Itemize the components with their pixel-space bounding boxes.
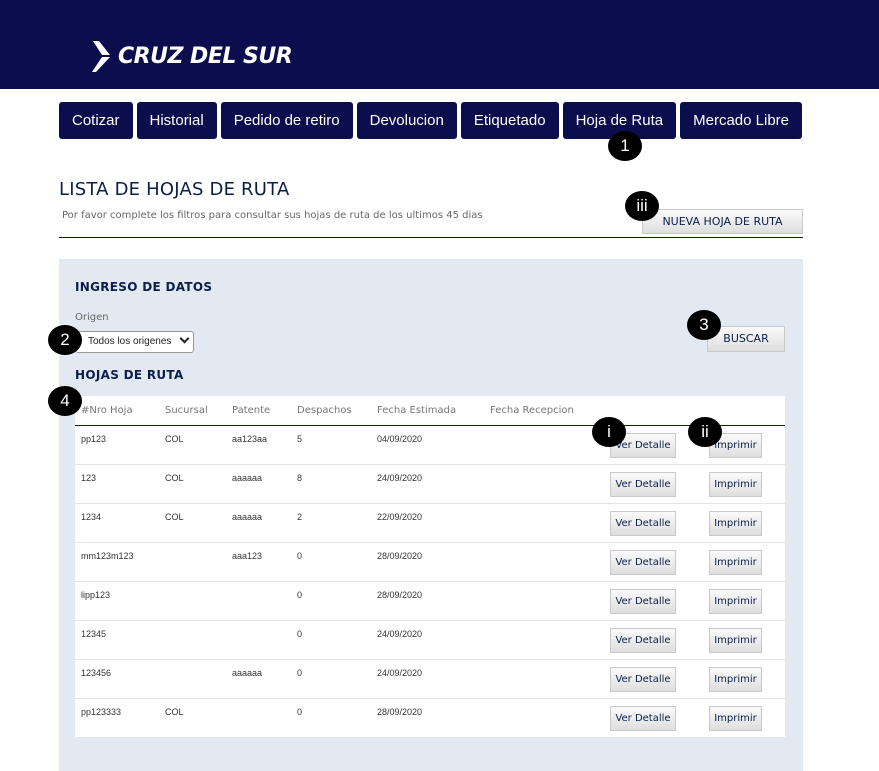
data-entry-title: INGRESO DE DATOS: [75, 280, 213, 294]
cell-despachos: 2: [297, 512, 303, 522]
annotation-badge-2: 2: [48, 325, 82, 355]
column-header-patente: Patente: [232, 405, 271, 416]
column-header-nro: #Nro Hoja: [81, 405, 133, 416]
view-detail-button[interactable]: Ver Detalle: [610, 667, 676, 692]
cell-nro: 123456: [81, 668, 112, 678]
print-button[interactable]: Imprimir: [709, 472, 762, 497]
cell-sucursal: COL: [165, 434, 184, 444]
cell-nro: mm123m123: [81, 551, 134, 561]
cell-despachos: 0: [297, 551, 303, 561]
nav-historial[interactable]: Historial: [136, 102, 217, 139]
annotation-badge-iii: iii: [625, 191, 659, 221]
cell-sucursal: COL: [165, 473, 184, 483]
page-subtitle: Por favor complete los filtros para cons…: [62, 210, 483, 221]
origen-selected-value: Todos los origenes: [88, 336, 172, 347]
cell-patente: aaa123: [232, 551, 263, 561]
view-detail-button[interactable]: Ver Detalle: [610, 628, 676, 653]
cell-patente: aaaaaa: [232, 512, 263, 522]
site-header: CRUZ DEL SUR: [0, 0, 879, 89]
chevron-down-icon: [179, 333, 190, 344]
print-button[interactable]: Imprimir: [709, 511, 762, 536]
column-header-despachos: Despachos: [297, 405, 352, 416]
annotation-badge-1: 1: [608, 131, 642, 161]
cell-patente: aaaaaa: [232, 668, 263, 678]
cell-fecha-estimada: 24/09/2020: [377, 473, 423, 483]
cell-sucursal: COL: [165, 707, 184, 717]
table-row: lipp123 0 28/09/2020 Ver Detalle Imprimi…: [75, 582, 785, 621]
table-row: 123456 aaaaaa 0 24/09/2020 Ver Detalle I…: [75, 660, 785, 699]
cell-despachos: 8: [297, 473, 303, 483]
cell-patente: aaaaaa: [232, 473, 263, 483]
print-button[interactable]: Imprimir: [709, 667, 762, 692]
print-button[interactable]: Imprimir: [709, 550, 762, 575]
cell-despachos: 0: [297, 668, 303, 678]
annotation-badge-i: i: [592, 417, 626, 447]
route-sheets-table: #Nro Hoja Sucursal Patente Despachos Fec…: [75, 396, 785, 738]
cell-fecha-estimada: 28/09/2020: [377, 590, 423, 600]
main-nav: Cotizar Historial Pedido de retiro Devol…: [59, 102, 806, 139]
cell-fecha-estimada: 24/09/2020: [377, 668, 423, 678]
cell-fecha-estimada: 04/09/2020: [377, 434, 423, 444]
cell-fecha-estimada: 22/09/2020: [377, 512, 423, 522]
print-button[interactable]: Imprimir: [709, 706, 762, 731]
table-header: #Nro Hoja Sucursal Patente Despachos Fec…: [75, 396, 785, 426]
nav-cotizar[interactable]: Cotizar: [59, 102, 133, 139]
cell-nro: pp123333: [81, 707, 122, 717]
cell-nro: 123: [81, 473, 97, 483]
brand-logo[interactable]: CRUZ DEL SUR: [90, 39, 293, 73]
page-title: LISTA DE HOJAS DE RUTA: [59, 179, 290, 200]
logo-chevron-icon: [92, 41, 110, 72]
new-route-sheet-button[interactable]: NUEVA HOJA DE RUTA: [642, 209, 803, 234]
print-button[interactable]: Imprimir: [709, 589, 762, 614]
cell-fecha-estimada: 24/09/2020: [377, 629, 423, 639]
cell-nro: 12345: [81, 629, 107, 639]
view-detail-button[interactable]: Ver Detalle: [610, 706, 676, 731]
table-row: 123 COL aaaaaa 8 24/09/2020 Ver Detalle …: [75, 465, 785, 504]
cell-sucursal: COL: [165, 512, 184, 522]
annotation-badge-4: 4: [48, 386, 82, 416]
origen-select[interactable]: Todos los origenes: [75, 331, 194, 353]
column-header-fecha-estimada: Fecha Estimada: [377, 405, 457, 416]
table-row: pp123333 COL 0 28/09/2020 Ver Detalle Im…: [75, 699, 785, 738]
origen-label: Origen: [75, 312, 109, 323]
title-divider: [59, 237, 803, 238]
view-detail-button[interactable]: Ver Detalle: [610, 550, 676, 575]
nav-etiquetado[interactable]: Etiquetado: [460, 102, 559, 139]
table-row: mm123m123 aaa123 0 28/09/2020 Ver Detall…: [75, 543, 785, 582]
view-detail-button[interactable]: Ver Detalle: [610, 511, 676, 536]
annotation-badge-ii: ii: [688, 417, 722, 447]
view-detail-button[interactable]: Ver Detalle: [610, 589, 676, 614]
nav-mercado-libre[interactable]: Mercado Libre: [680, 102, 803, 139]
nav-devolucion[interactable]: Devolucion: [356, 102, 457, 139]
view-detail-button[interactable]: Ver Detalle: [610, 472, 676, 497]
brand-name: CRUZ DEL SUR: [118, 43, 293, 69]
route-sheets-title: HOJAS DE RUTA: [75, 368, 184, 382]
table-row: 12345 0 24/09/2020 Ver Detalle Imprimir: [75, 621, 785, 660]
cell-patente: aa123aa: [232, 434, 268, 444]
cell-despachos: 5: [297, 434, 303, 444]
annotation-badge-3: 3: [687, 310, 721, 340]
cell-despachos: 0: [297, 629, 303, 639]
cell-despachos: 0: [297, 590, 303, 600]
table-row: 1234 COL aaaaaa 2 22/09/2020 Ver Detalle…: [75, 504, 785, 543]
cell-nro: 1234: [81, 512, 102, 522]
column-header-fecha-recepcion: Fecha Recepcion: [490, 405, 574, 416]
column-header-sucursal: Sucursal: [165, 405, 208, 416]
cell-nro: pp123: [81, 434, 107, 444]
print-button[interactable]: Imprimir: [709, 628, 762, 653]
table-row: pp123 COL aa123aa 5 04/09/2020 Ver Detal…: [75, 426, 785, 465]
cell-fecha-estimada: 28/09/2020: [377, 551, 423, 561]
nav-pedido-de-retiro[interactable]: Pedido de retiro: [220, 102, 353, 139]
cell-nro: lipp123: [81, 590, 111, 600]
cell-fecha-estimada: 28/09/2020: [377, 707, 423, 717]
cell-despachos: 0: [297, 707, 303, 717]
